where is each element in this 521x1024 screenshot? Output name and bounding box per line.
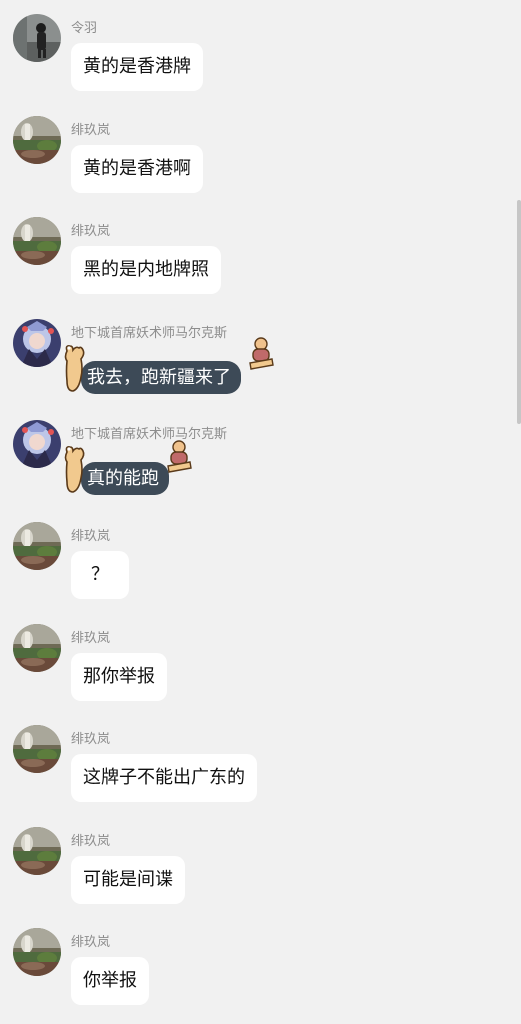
message-bubble[interactable]: 那你举报 — [71, 653, 167, 701]
decorated-message-bubble[interactable]: 我去，跑新疆来了 — [81, 361, 241, 394]
chat-message: 绯玖岚 这牌子不能出广东的 — [0, 711, 521, 813]
message-bubble[interactable]: 黄的是香港啊 — [71, 145, 203, 193]
landscape-avatar-icon[interactable] — [13, 522, 61, 570]
foot-decoration-icon — [61, 444, 87, 498]
mascot-decoration-icon — [248, 337, 274, 375]
chat-message: 绯玖岚 可能是间谍 — [0, 813, 521, 915]
sender-name: 绯玖岚 — [71, 123, 111, 138]
sender-name: 地下城首席妖术师马尔克斯 — [71, 326, 228, 341]
sender-name: 绯玖岚 — [71, 631, 111, 646]
landscape-avatar-icon[interactable] — [13, 827, 61, 875]
message-bubble[interactable]: 这牌子不能出广东的 — [71, 754, 257, 802]
landscape-avatar-icon[interactable] — [13, 928, 61, 976]
chat-message: 绯玖岚 黄的是香港啊 — [0, 102, 521, 204]
sender-name: 绯玖岚 — [71, 224, 111, 239]
chat-message: 绯玖岚 黑的是内地牌照 — [0, 203, 521, 305]
landscape-avatar-icon[interactable] — [13, 725, 61, 773]
anime-avatar-icon[interactable] — [13, 319, 61, 367]
sender-name: 绯玖岚 — [71, 834, 111, 849]
user-photo-icon[interactable] — [13, 14, 61, 62]
chat-message: 绯玖岚 ？ — [0, 508, 521, 610]
message-bubble[interactable]: 黄的是香港牌 — [71, 43, 203, 91]
sender-name: 绯玖岚 — [71, 529, 111, 544]
chat-message: 绯玖岚 那你举报 — [0, 610, 521, 712]
landscape-avatar-icon[interactable] — [13, 116, 61, 164]
message-bubble[interactable]: 可能是间谍 — [71, 856, 185, 904]
sender-name: 绯玖岚 — [71, 935, 111, 950]
decorated-message-bubble[interactable]: 真的能跑 — [81, 462, 169, 495]
chat-message: 地下城首席妖术师马尔克斯 我去，跑新疆来了 — [0, 305, 521, 407]
landscape-avatar-icon[interactable] — [13, 624, 61, 672]
foot-decoration-icon — [61, 343, 87, 397]
mascot-decoration-icon — [166, 440, 192, 478]
sender-name: 绯玖岚 — [71, 732, 111, 747]
chat-message: 绯玖岚 你举报 — [0, 914, 521, 1016]
message-bubble[interactable]: 你举报 — [71, 957, 149, 1005]
sender-name: 令羽 — [71, 21, 98, 36]
message-bubble[interactable]: ？ — [71, 551, 129, 599]
chat-message: 令羽 黄的是香港牌 — [0, 0, 521, 102]
landscape-avatar-icon[interactable] — [13, 217, 61, 265]
sender-name: 地下城首席妖术师马尔克斯 — [71, 427, 228, 442]
scrollbar[interactable] — [517, 200, 521, 424]
chat-message: 地下城首席妖术师马尔克斯 真的能跑 — [0, 406, 521, 508]
message-bubble[interactable]: 黑的是内地牌照 — [71, 246, 221, 294]
anime-avatar-icon[interactable] — [13, 420, 61, 468]
